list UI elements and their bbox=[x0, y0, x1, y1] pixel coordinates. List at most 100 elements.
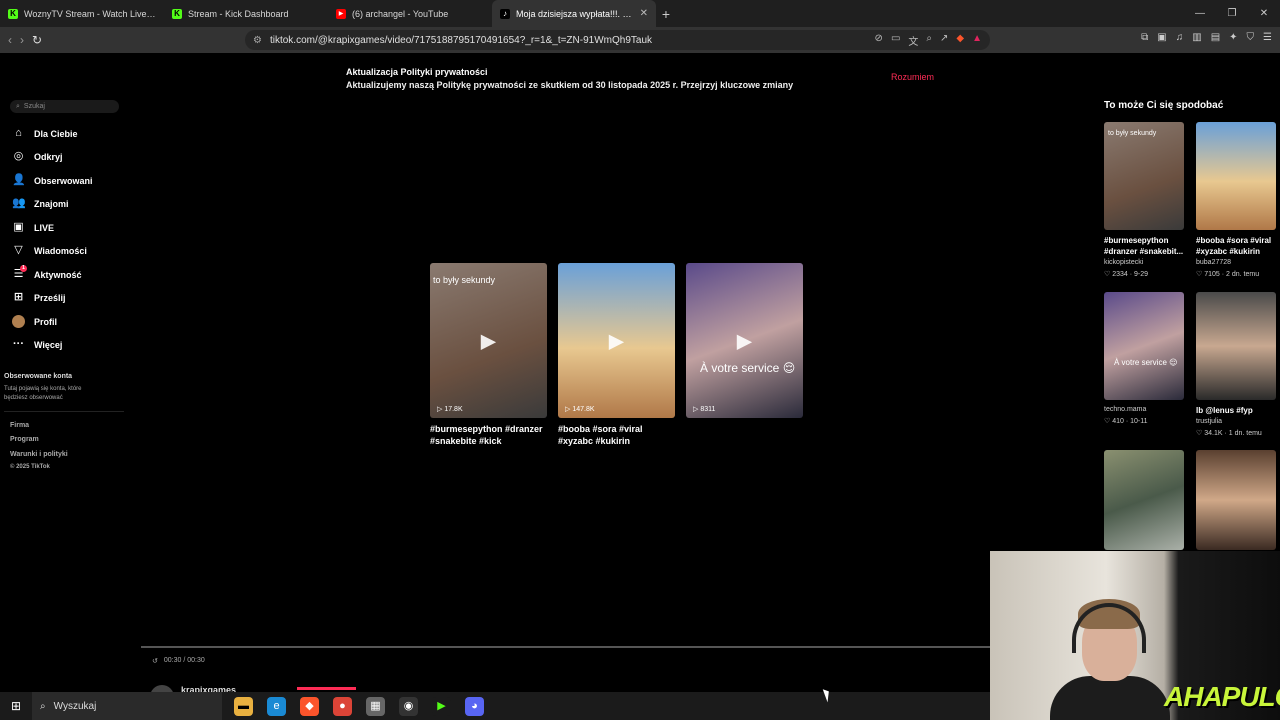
sidebar-item-following[interactable]: 👤 Obserwowani bbox=[12, 174, 93, 187]
reco-thumbnail[interactable] bbox=[1104, 450, 1184, 550]
follow-button[interactable] bbox=[297, 687, 356, 690]
video-thumbnail[interactable]: À votre service 😌 ▶ ▷ 8311 bbox=[686, 263, 803, 418]
search-input[interactable]: ⌕ Szukaj bbox=[10, 100, 119, 113]
obs-icon[interactable]: ◉ bbox=[399, 696, 418, 716]
reload-icon[interactable]: ↻ bbox=[32, 33, 42, 47]
edge-icon[interactable]: e bbox=[267, 696, 286, 716]
video-description[interactable]: #burmesepython #dranzer #snakebite #kick bbox=[430, 423, 547, 447]
cast-icon[interactable]: ▭ bbox=[891, 33, 900, 48]
taskbar-search[interactable]: ⌕ Wyszukaj bbox=[32, 692, 222, 720]
sidebar-item-live[interactable]: ▣ LIVE bbox=[12, 221, 54, 234]
youtube-icon: ▶ bbox=[336, 8, 346, 19]
video-progress-bar[interactable] bbox=[141, 646, 990, 648]
restore-icon[interactable]: ❐ bbox=[1216, 8, 1248, 19]
taskbar: ⊞ ⌕ Wyszukaj ▬ e ◆ ● ▦ ◉ ▶ ◕ bbox=[0, 692, 990, 720]
browser-tab[interactable]: ▶ (6) archangel - YouTube bbox=[328, 0, 492, 27]
reco-thumbnail[interactable] bbox=[1196, 450, 1276, 550]
avatar bbox=[12, 315, 25, 328]
extensions-icon[interactable]: ⧉ bbox=[1141, 32, 1148, 43]
kick-icon[interactable]: ▶ bbox=[432, 696, 451, 716]
address-bar[interactable]: ⚙ tiktok.com/@krapixgames/video/71751887… bbox=[245, 30, 990, 50]
file-explorer-icon[interactable]: ▬ bbox=[234, 696, 253, 716]
taskbar-apps: ▬ e ◆ ● ▦ ◉ ▶ ◕ bbox=[234, 696, 484, 716]
footer-link-program[interactable]: Program bbox=[10, 436, 39, 443]
share-icon[interactable]: ↗ bbox=[940, 33, 948, 48]
sidebar-item-label: Obserwowani bbox=[34, 175, 93, 186]
reco-author[interactable]: kickopistecki bbox=[1104, 259, 1143, 266]
wallet2-icon[interactable]: ▤ bbox=[1211, 32, 1220, 43]
url-actions: ⊘ ▭ 文 ⌕ ↗ ◆ ▲ bbox=[875, 33, 982, 48]
sidebar-item-for-you[interactable]: ⌂ Dla Ciebie bbox=[12, 127, 77, 140]
sidebar-item-label: Aktywność bbox=[34, 269, 82, 280]
browser-tab[interactable]: K WoznyTV Stream - Watch Live on Kick bbox=[0, 0, 164, 27]
reco-overlay-caption: to były sekundy bbox=[1108, 130, 1157, 137]
sidebar-item-profile[interactable]: Profil bbox=[12, 315, 57, 328]
window-controls: — ❐ ✕ bbox=[1184, 0, 1280, 27]
windows-start-icon[interactable]: ⊞ bbox=[0, 699, 32, 713]
reco-author[interactable]: techno.mama bbox=[1104, 406, 1146, 413]
wallet-icon[interactable]: ▣ bbox=[1157, 32, 1166, 43]
sidebar-item-messages[interactable]: ▽ Wiadomości bbox=[12, 244, 87, 257]
footer-link-company[interactable]: Firma bbox=[10, 422, 29, 429]
reco-author[interactable]: buba27728 bbox=[1196, 259, 1231, 266]
brave-rewards-icon[interactable]: ▲ bbox=[972, 33, 982, 48]
activity-icon: ☰ 1 bbox=[12, 265, 27, 281]
sidebar-item-label: Prześlij bbox=[34, 292, 66, 303]
sidebar-item-label: Odkryj bbox=[34, 151, 63, 162]
video-thumbnail[interactable]: ▶ ▷ 147.8K bbox=[558, 263, 675, 418]
zoom-icon[interactable]: ⌕ bbox=[926, 33, 932, 48]
new-tab-button[interactable]: + bbox=[656, 6, 676, 22]
music-icon[interactable]: ♫ bbox=[1176, 32, 1184, 43]
reco-meta: ♡ 2334 · 9-29 bbox=[1104, 271, 1149, 278]
reco-description[interactable]: #burmesepython #dranzer #snakebit... bbox=[1104, 235, 1186, 257]
search-icon: ⌕ bbox=[40, 700, 46, 712]
reco-overlay-caption: À votre service 😌 bbox=[1114, 358, 1178, 367]
home-icon: ⌂ bbox=[15, 127, 22, 139]
reco-thumbnail[interactable]: to były sekundy bbox=[1104, 122, 1184, 230]
sidebar-item-more[interactable]: ··· Więcej bbox=[12, 338, 62, 351]
reco-description[interactable]: #booba #sora #viral #xyzabc #kukirin bbox=[1196, 235, 1278, 257]
followed-accounts-title: Obserwowane konta bbox=[4, 373, 73, 380]
sidebar-item-friends[interactable]: 👥 Znajomi bbox=[12, 197, 69, 210]
browser-tab[interactable]: K Stream - Kick Dashboard bbox=[164, 0, 328, 27]
browser-tab-active[interactable]: ♪ Moja dzisiejsza wypłata!!!. #polsk ✕ bbox=[492, 0, 656, 27]
sidebar-icon[interactable]: ▥ bbox=[1192, 32, 1201, 43]
upload-icon: ⊞ bbox=[13, 291, 24, 303]
compass-icon: ◎ bbox=[13, 150, 24, 162]
reco-author[interactable]: trustjulia bbox=[1196, 418, 1222, 425]
leo-icon[interactable]: ✦ bbox=[1229, 32, 1237, 43]
discord-icon[interactable]: ◕ bbox=[465, 696, 484, 716]
back-icon[interactable]: ‹ bbox=[8, 33, 12, 47]
followed-accounts-desc: Tutaj pojawią się konta, które będziesz … bbox=[4, 386, 82, 401]
view-count: ▷ 8311 bbox=[693, 406, 716, 413]
menu-icon[interactable]: ☰ bbox=[1263, 32, 1272, 43]
close-tab-icon[interactable]: ✕ bbox=[640, 8, 648, 19]
reco-thumbnail[interactable] bbox=[1196, 292, 1276, 400]
footer-link-terms[interactable]: Warunki i polityki bbox=[10, 451, 68, 458]
sidebar-item-upload[interactable]: ⊞ Prześlij bbox=[12, 291, 66, 304]
reco-description[interactable]: lb @lenus #fyp bbox=[1196, 405, 1278, 416]
sidebar: ⌕ Szukaj ⌂ Dla Ciebie ◎ Odkryj 👤 Obserwo… bbox=[0, 53, 130, 689]
forward-icon[interactable]: › bbox=[20, 33, 24, 47]
site-settings-icon[interactable]: ⚙ bbox=[253, 35, 262, 46]
vpn-icon[interactable]: ⛉ bbox=[1247, 32, 1255, 43]
reco-thumbnail[interactable]: À votre service 😌 bbox=[1104, 292, 1184, 400]
sidebar-item-activity[interactable]: ☰ 1 Aktywność bbox=[12, 265, 82, 281]
tab-title: (6) archangel - YouTube bbox=[352, 8, 449, 19]
video-description[interactable]: #booba #sora #viral #xyzabc #kukirin bbox=[558, 423, 675, 447]
reco-thumbnail[interactable] bbox=[1196, 122, 1276, 230]
brave-shield-icon[interactable]: ◆ bbox=[956, 33, 964, 48]
close-window-icon[interactable]: ✕ bbox=[1248, 8, 1280, 19]
replay-icon[interactable]: ↺ bbox=[152, 657, 158, 665]
app-icon[interactable]: ▦ bbox=[366, 696, 385, 716]
mute-icon[interactable]: ⊘ bbox=[875, 33, 883, 48]
brave-icon[interactable]: ◆ bbox=[300, 696, 319, 716]
minimize-icon[interactable]: — bbox=[1184, 8, 1216, 19]
privacy-ack-button[interactable]: Rozumiem bbox=[891, 72, 934, 82]
chrome-icon[interactable]: ● bbox=[333, 696, 352, 716]
nav-buttons: ‹ › ↻ bbox=[0, 33, 42, 47]
video-thumbnail[interactable]: to były sekundy ▶ ▷ 17.8K bbox=[430, 263, 547, 418]
sidebar-item-explore[interactable]: ◎ Odkryj bbox=[12, 150, 63, 163]
url-text[interactable]: tiktok.com/@krapixgames/video/7175188795… bbox=[270, 35, 652, 46]
translate-icon[interactable]: 文 bbox=[908, 33, 918, 48]
